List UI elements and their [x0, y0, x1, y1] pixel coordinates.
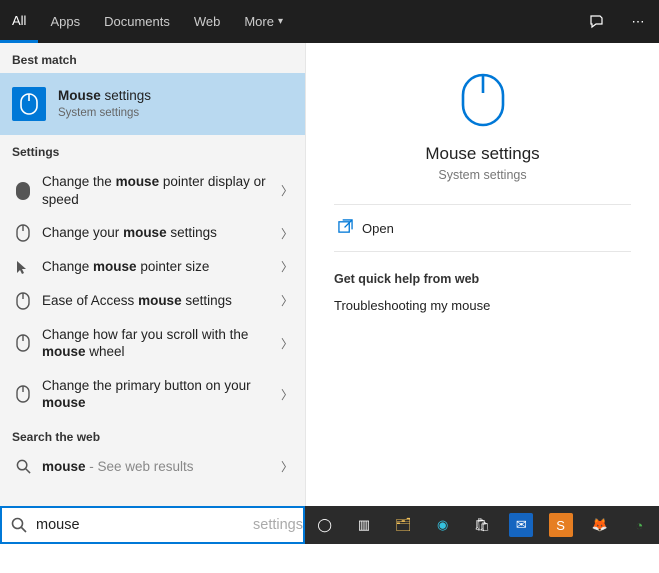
mouse-outline-icon: [12, 292, 34, 310]
edge-icon[interactable]: ◉: [423, 506, 462, 544]
detail-title: Mouse settings: [425, 144, 539, 164]
settings-result-label: Change mouse pointer size: [42, 259, 209, 274]
settings-result[interactable]: Change the primary button on your mouse 〉: [0, 369, 305, 420]
chevron-right-icon: 〉: [275, 225, 293, 242]
store-icon[interactable]: 🛍: [462, 506, 501, 544]
chevron-down-icon: ▾: [278, 16, 283, 27]
chrome-icon[interactable]: ◔: [620, 506, 659, 544]
chevron-right-icon: 〉: [275, 386, 293, 403]
settings-result-label: Change your mouse settings: [42, 225, 217, 240]
settings-result[interactable]: Change the mouse pointer display or spee…: [0, 165, 305, 216]
web-term: mouse: [42, 459, 86, 474]
mouse-large-icon: [459, 71, 507, 134]
settings-result[interactable]: Change how far you scroll with the mouse…: [0, 318, 305, 369]
section-best-match: Best match: [0, 43, 305, 73]
tab-more[interactable]: More ▾: [232, 0, 295, 43]
tab-all[interactable]: All: [0, 0, 38, 43]
settings-result-label: Change the mouse pointer display or spee…: [42, 174, 266, 207]
best-match-subtitle: System settings: [58, 106, 293, 121]
search-ghost-text: settings: [253, 517, 303, 533]
taskbar: ◯▥🗂◉🛍✉S🦊◔: [305, 506, 659, 544]
section-settings: Settings: [0, 135, 305, 165]
mouse-icon: [12, 87, 46, 121]
section-search-web: Search the web: [0, 420, 305, 450]
results-panel: Best match Mouse settings System setting…: [0, 43, 305, 506]
settings-result[interactable]: Change your mouse settings 〉: [0, 216, 305, 250]
mouse-outline-icon: [12, 385, 34, 403]
tab-more-label: More: [244, 14, 274, 29]
chevron-right-icon: 〉: [275, 458, 293, 475]
feedback-icon[interactable]: [575, 0, 617, 43]
search-icon: [12, 459, 34, 474]
mouse-glyph-icon: [12, 182, 34, 200]
web-help-header: Get quick help from web: [334, 272, 631, 286]
search-icon: [2, 517, 36, 533]
chevron-right-icon: 〉: [275, 182, 293, 199]
search-box[interactable]: settings: [0, 506, 305, 544]
web-search-result[interactable]: mouse - See web results 〉: [0, 450, 305, 484]
settings-result-label: Change the primary button on your mouse: [42, 378, 251, 411]
mail-icon[interactable]: ✉: [502, 506, 541, 544]
open-action[interactable]: Open: [334, 205, 631, 252]
search-input[interactable]: [36, 517, 255, 533]
tab-web[interactable]: Web: [182, 0, 233, 43]
web-suffix: - See web results: [86, 459, 194, 474]
more-options-icon[interactable]: ⋯: [617, 0, 659, 43]
taskview-icon[interactable]: ▥: [344, 506, 383, 544]
search-filter-bar: All Apps Documents Web More ▾ ⋯: [0, 0, 659, 43]
sublime-icon[interactable]: S: [541, 506, 580, 544]
settings-result[interactable]: Change mouse pointer size 〉: [0, 250, 305, 284]
chevron-right-icon: 〉: [275, 258, 293, 275]
file-explorer-icon[interactable]: 🗂: [384, 506, 423, 544]
best-match-title: Mouse settings: [58, 88, 151, 103]
open-icon: [338, 219, 362, 237]
detail-subtitle: System settings: [438, 168, 526, 182]
pointer-size-icon: [12, 259, 34, 275]
web-help-item[interactable]: Troubleshooting my mouse: [334, 298, 631, 313]
best-match-result[interactable]: Mouse settings System settings: [0, 73, 305, 135]
open-label: Open: [362, 221, 394, 236]
mouse-outline-icon: [12, 224, 34, 242]
firefox-icon[interactable]: 🦊: [580, 506, 619, 544]
settings-result-label: Change how far you scroll with the mouse…: [42, 327, 248, 360]
mouse-outline-icon: [12, 334, 34, 352]
chevron-right-icon: 〉: [275, 335, 293, 352]
settings-result[interactable]: Ease of Access mouse settings 〉: [0, 284, 305, 318]
tab-apps[interactable]: Apps: [38, 0, 92, 43]
cortana-icon[interactable]: ◯: [305, 506, 344, 544]
settings-result-label: Ease of Access mouse settings: [42, 293, 232, 308]
chevron-right-icon: 〉: [275, 292, 293, 309]
detail-panel: Mouse settings System settings Open Get …: [305, 43, 659, 506]
tab-documents[interactable]: Documents: [92, 0, 182, 43]
